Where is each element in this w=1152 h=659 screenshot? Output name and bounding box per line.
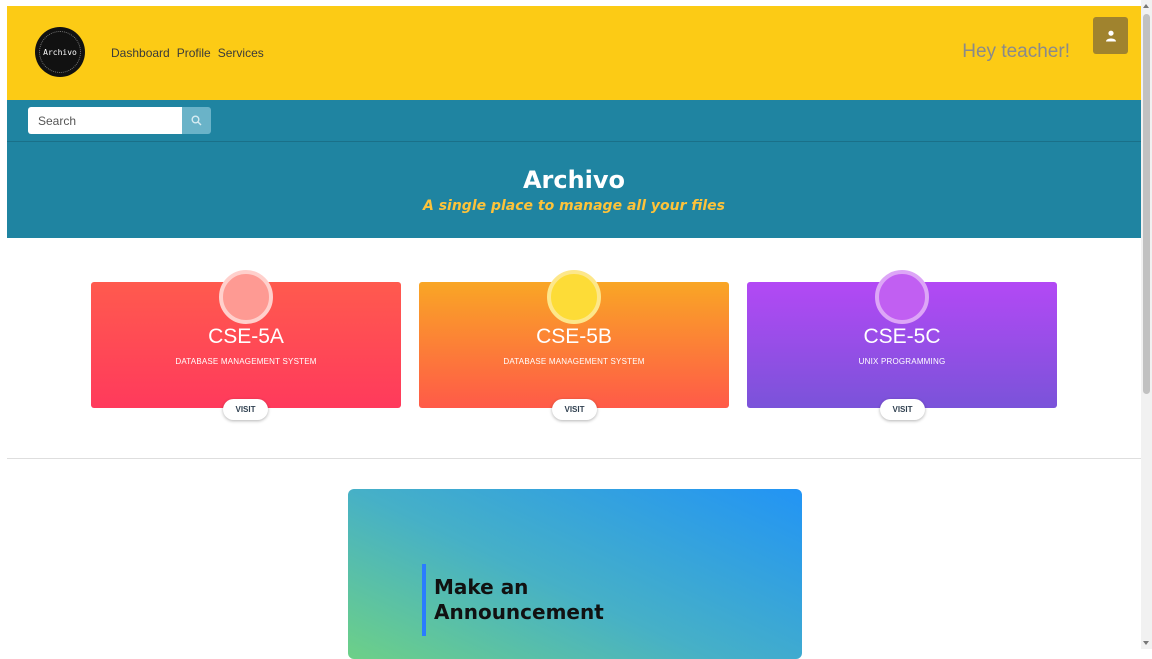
card-circle-icon (219, 270, 273, 324)
card-code: CSE-5A (208, 325, 284, 348)
visit-button-cse-5b[interactable]: VISIT (552, 399, 597, 420)
class-card-cse-5a[interactable]: CSE-5A DATABASE MANAGEMENT SYSTEM (91, 270, 401, 408)
card-subject: DATABASE MANAGEMENT SYSTEM (175, 357, 317, 366)
user-icon (1105, 30, 1116, 41)
nav-services[interactable]: Services (218, 46, 264, 60)
scrollbar-thumb[interactable] (1143, 14, 1150, 394)
hero-banner: Archivo A single place to manage all you… (7, 141, 1141, 238)
logo-ring (39, 31, 81, 73)
announcement-card[interactable]: Make an Announcement (348, 489, 802, 659)
main-nav: Dashboard Profile Services (111, 46, 264, 60)
search-bar (7, 100, 1141, 141)
greeting-text: Hey teacher! (962, 41, 1070, 62)
card-subject: DATABASE MANAGEMENT SYSTEM (503, 357, 645, 366)
scroll-up-icon[interactable] (1143, 4, 1149, 8)
search-button[interactable] (182, 107, 211, 134)
nav-dashboard[interactable]: Dashboard (111, 46, 170, 60)
visit-button-cse-5a[interactable]: VISIT (223, 399, 268, 420)
top-header: Archivo Dashboard Profile Services Hey t… (7, 6, 1141, 100)
page: Archivo Dashboard Profile Services Hey t… (7, 0, 1141, 659)
search-input[interactable] (28, 107, 182, 134)
section-divider (7, 458, 1141, 459)
announcement-accent-bar (422, 564, 426, 636)
hero-title: Archivo (522, 166, 626, 194)
card-code: CSE-5B (536, 325, 612, 348)
visit-button-cse-5c[interactable]: VISIT (880, 399, 925, 420)
user-menu-button[interactable] (1093, 17, 1128, 54)
card-subject: UNIX PROGRAMMING (858, 357, 946, 366)
class-card-cse-5c[interactable]: CSE-5C UNIX PROGRAMMING (747, 270, 1057, 408)
card-circle-icon (875, 270, 929, 324)
class-card-cse-5b[interactable]: CSE-5B DATABASE MANAGEMENT SYSTEM (419, 270, 729, 408)
nav-profile[interactable]: Profile (177, 46, 211, 60)
hero-subtitle: A single place to manage all your files (422, 198, 725, 214)
logo[interactable]: Archivo (35, 27, 85, 77)
scroll-down-icon[interactable] (1143, 641, 1149, 645)
card-circle-icon (547, 270, 601, 324)
announcement-title: Make an Announcement (434, 575, 604, 624)
page-scrollbar[interactable] (1141, 0, 1152, 649)
search-icon (191, 115, 202, 126)
card-code: CSE-5C (863, 325, 941, 348)
